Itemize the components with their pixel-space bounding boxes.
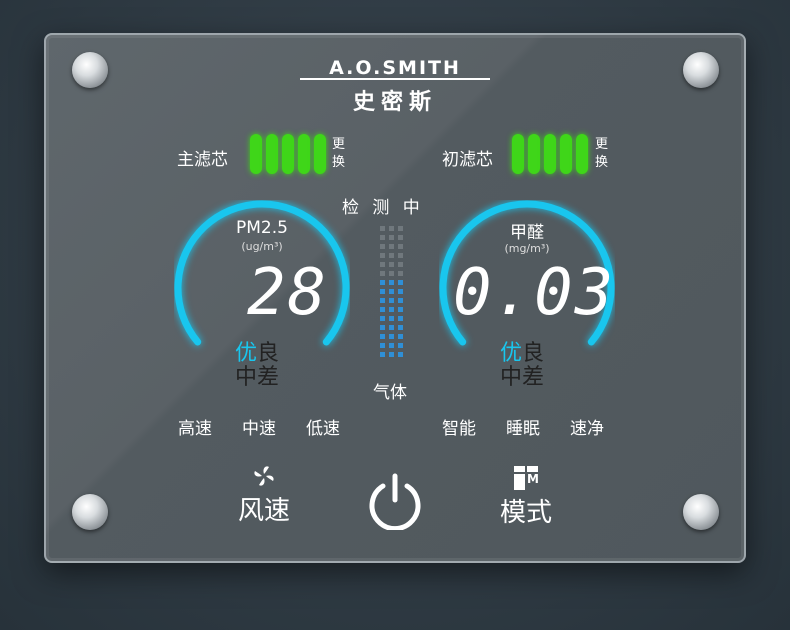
gas-level-dot: [398, 325, 403, 330]
gas-level-dot: [380, 334, 385, 339]
gas-level-dot: [398, 262, 403, 267]
gas-level-dot: [389, 307, 394, 312]
gas-level-dot: [398, 343, 403, 348]
pm25-title: PM2.5: [236, 218, 288, 238]
gas-level-dot: [398, 244, 403, 249]
gas-level-dot: [398, 334, 403, 339]
gas-level-dot: [380, 298, 385, 303]
pre-filter-label: 初滤芯: [442, 150, 493, 170]
formaldehyde-unit: (mg/m³): [504, 242, 550, 255]
gas-level-dot: [389, 271, 394, 276]
quality-good: 良: [257, 341, 280, 366]
gas-level-dot: [398, 352, 403, 357]
gas-level-dot: [380, 226, 385, 231]
pm25-gauge: PM2.5 (ug/m³) 28 优良 中差: [174, 200, 350, 390]
gas-level-dot: [398, 271, 403, 276]
gas-level-dot: [389, 334, 394, 339]
gas-level-dot: [380, 316, 385, 321]
gas-level-dot: [380, 343, 385, 348]
gas-level-dot: [380, 352, 385, 357]
power-icon: [369, 473, 421, 532]
speed-medium[interactable]: 中速: [242, 414, 276, 439]
screw-icon: [683, 494, 719, 530]
detecting-status: 检 测 中: [342, 198, 424, 218]
power-button[interactable]: [366, 470, 424, 532]
mode-quick-clean[interactable]: 速净: [570, 414, 604, 439]
gas-level-dot: [389, 316, 394, 321]
quality-moderate: 中: [235, 365, 258, 390]
gas-level-dot: [389, 325, 394, 330]
mode-icon-letter: M: [527, 471, 539, 486]
mode-button[interactable]: M 模式: [494, 466, 558, 529]
gas-level-dot: [398, 226, 403, 231]
mode-icon: M: [514, 466, 539, 490]
gas-level-dot: [380, 235, 385, 240]
gas-level-dot: [389, 235, 394, 240]
fan-speed-button[interactable]: 风速: [232, 464, 296, 527]
gas-level-dot: [389, 352, 394, 357]
gas-label: 气体: [373, 383, 407, 403]
gas-level-dot: [398, 289, 403, 294]
gas-level-dot: [398, 235, 403, 240]
mode-sleep[interactable]: 睡眠: [506, 414, 540, 439]
gas-level-dot: [380, 262, 385, 267]
quality-moderate: 中: [500, 365, 523, 390]
quality-poor: 差: [257, 365, 280, 390]
mode-smart[interactable]: 智能: [442, 414, 476, 439]
pm25-unit: (ug/m³): [241, 240, 283, 253]
brand-logo-en: A.O.SMITH: [300, 58, 490, 80]
gas-level-dot: [389, 226, 394, 231]
gas-level-dot: [389, 253, 394, 258]
quality-good: 良: [522, 341, 545, 366]
screw-icon: [72, 52, 108, 88]
screw-icon: [683, 52, 719, 88]
pre-filter-level: [512, 134, 588, 174]
pm25-value: 28: [246, 256, 328, 330]
gas-level-dot: [380, 271, 385, 276]
speed-high[interactable]: 高速: [178, 414, 212, 439]
pm25-quality: 优良 中差: [235, 342, 279, 390]
mode-label: 模式: [499, 498, 552, 528]
gas-level-dot: [389, 280, 394, 285]
brand-logo-cn: 史密斯: [352, 90, 437, 115]
quality-excellent: 优: [500, 341, 523, 366]
gas-level-dot: [398, 253, 403, 258]
formaldehyde-quality: 优良 中差: [500, 342, 544, 390]
speed-low[interactable]: 低速: [306, 414, 340, 439]
gas-level-dot: [389, 262, 394, 267]
gas-level-dot: [389, 244, 394, 249]
main-filter-level: [250, 134, 326, 174]
formaldehyde-gauge: 甲醛 (mg/m³) 0.03 优良 中差: [439, 200, 616, 390]
main-filter-label: 主滤芯: [177, 150, 228, 170]
formaldehyde-value: 0.03: [453, 256, 616, 330]
gas-level-dot: [389, 343, 394, 348]
gas-level-dot: [380, 289, 385, 294]
gas-level-dot: [398, 280, 403, 285]
gas-level-dot: [380, 307, 385, 312]
fan-speed-label: 风速: [237, 496, 290, 526]
gas-level-dot: [398, 298, 403, 303]
formaldehyde-title: 甲醛: [510, 223, 544, 243]
fan-icon: [254, 466, 274, 486]
gas-level-dot: [398, 307, 403, 312]
quality-excellent: 优: [235, 341, 258, 366]
gas-level-dot: [380, 280, 385, 285]
quality-poor: 差: [522, 365, 545, 390]
screw-icon: [72, 494, 108, 530]
gas-level-dot: [380, 325, 385, 330]
gas-level-dot: [398, 316, 403, 321]
gas-level-dot: [380, 244, 385, 249]
gas-level-dot: [389, 289, 394, 294]
pre-filter-replace[interactable]: 更换: [595, 136, 611, 172]
main-filter-replace[interactable]: 更换: [332, 136, 348, 172]
gas-level-dot: [380, 253, 385, 258]
gas-level-meter: [380, 226, 403, 357]
gas-level-dot: [389, 298, 394, 303]
